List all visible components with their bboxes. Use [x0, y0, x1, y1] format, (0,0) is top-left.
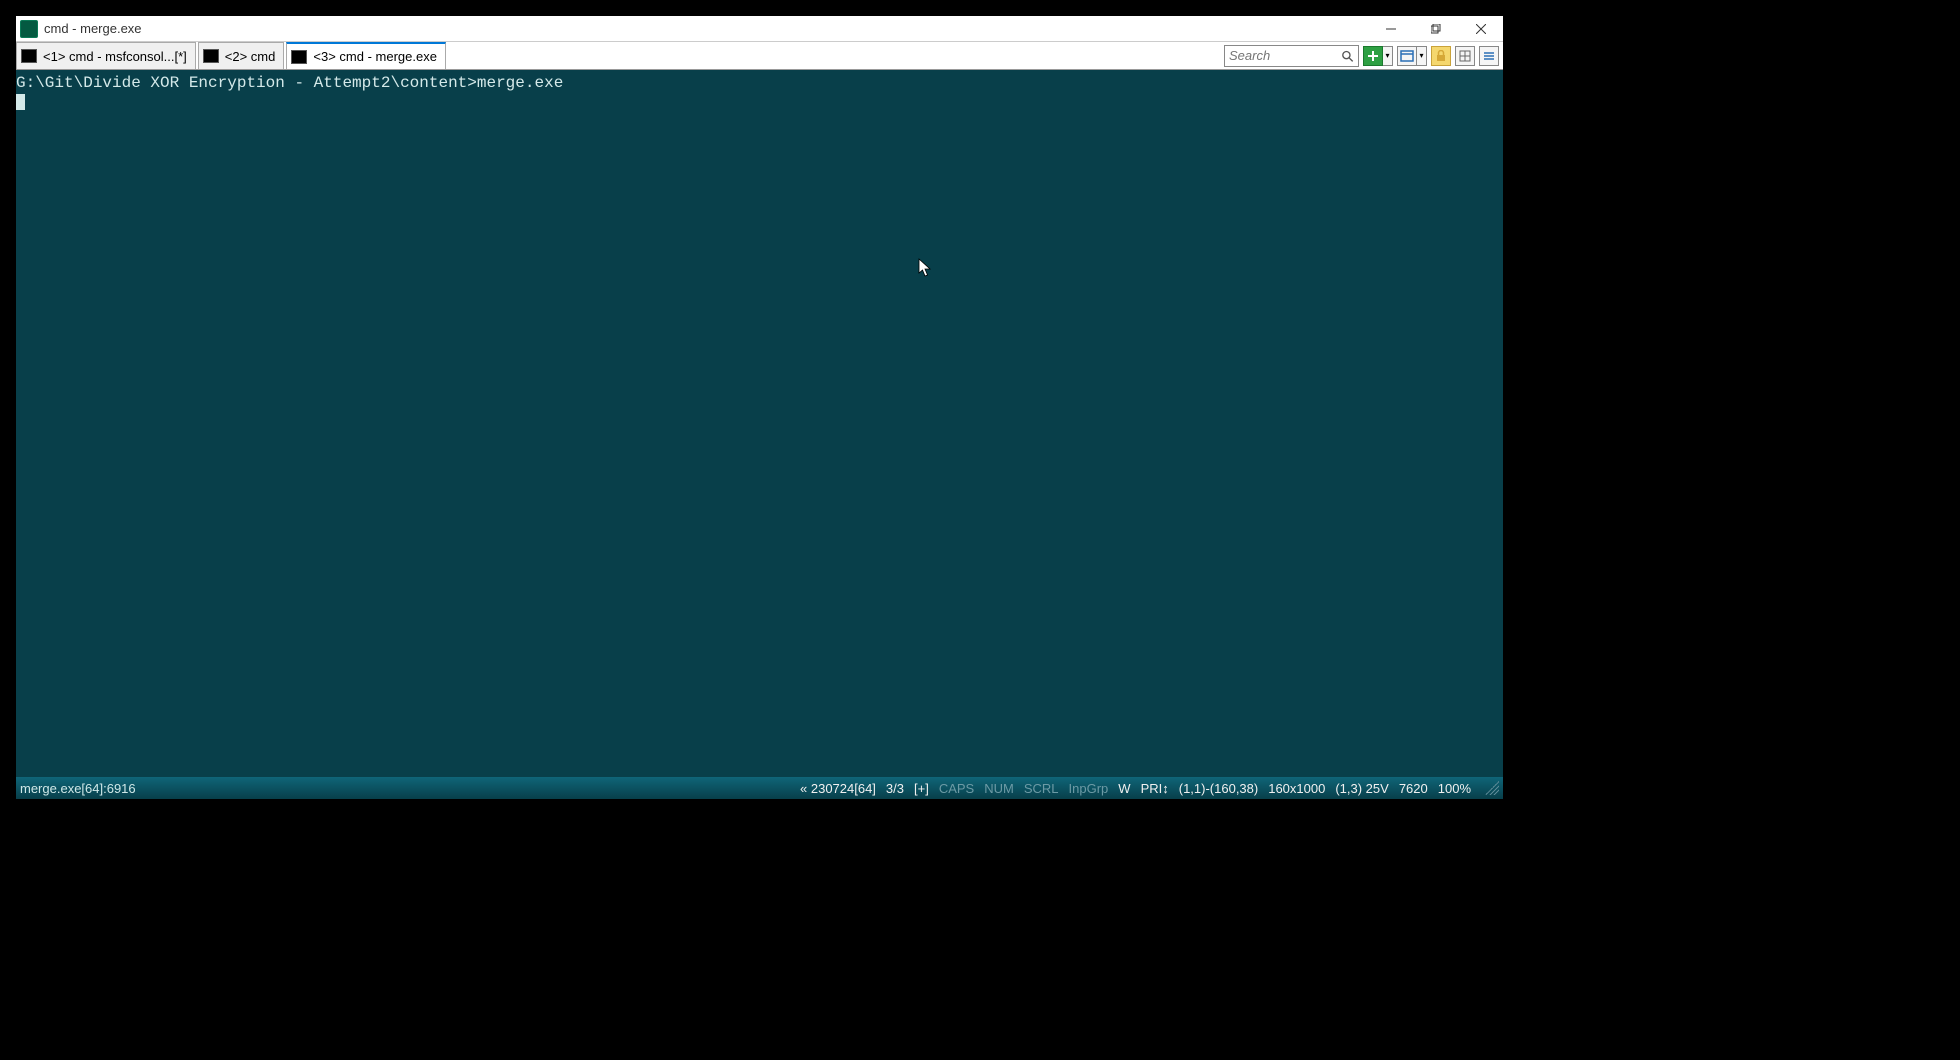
grid-icon: [1459, 50, 1471, 62]
status-pid: 7620: [1399, 781, 1428, 796]
tab-label: <1> cmd - msfconsol...[*]: [43, 49, 187, 64]
tab-label: <2> cmd: [225, 49, 276, 64]
search-icon: [1341, 49, 1354, 63]
status-zoom: 100%: [1438, 781, 1471, 796]
status-bar: merge.exe[64]:6916 « 230724[64] 3/3 [+] …: [16, 777, 1503, 799]
terminal-line: G:\Git\Divide XOR Encryption - Attempt2\…: [16, 74, 1503, 92]
tab-bar: <1> cmd - msfconsol...[*] <2> cmd <3> cm…: [16, 42, 1503, 70]
status-selection: (1,1)-(160,38): [1179, 781, 1258, 796]
status-pri: PRI↕: [1141, 781, 1169, 796]
terminal-cursor: [16, 94, 25, 110]
status-caps: CAPS: [939, 781, 974, 796]
lock-icon: [1436, 50, 1446, 62]
app-window: cmd - merge.exe <1> cmd - msfconsol...[*…: [16, 16, 1503, 799]
status-dimensions: 160x1000: [1268, 781, 1325, 796]
maximize-button[interactable]: [1413, 16, 1458, 41]
window-title: cmd - merge.exe: [44, 21, 142, 36]
window-controls: [1368, 16, 1503, 41]
console-icon: [291, 50, 307, 64]
layout-button[interactable]: [1455, 46, 1475, 66]
tab-3[interactable]: <3> cmd - merge.exe: [286, 42, 446, 69]
close-button[interactable]: [1458, 16, 1503, 41]
console-icon: [21, 49, 37, 63]
tab-1[interactable]: <1> cmd - msfconsol...[*]: [16, 42, 196, 69]
status-plus[interactable]: [+]: [914, 781, 929, 796]
tab-2[interactable]: <2> cmd: [198, 42, 285, 69]
console-icon: [203, 49, 219, 63]
window-titlebar[interactable]: cmd - merge.exe: [16, 16, 1503, 42]
mouse-cursor-icon: [918, 258, 932, 278]
tab-label: <3> cmd - merge.exe: [313, 49, 437, 64]
window-icon: [1400, 50, 1414, 62]
menu-button[interactable]: [1479, 46, 1499, 66]
status-inpgrp: InpGrp: [1069, 781, 1109, 796]
resize-grip[interactable]: [1485, 781, 1499, 795]
terminal-area[interactable]: G:\Git\Divide XOR Encryption - Attempt2\…: [16, 70, 1503, 777]
status-scrl: SCRL: [1024, 781, 1059, 796]
status-cursor-pos: (1,3) 25V: [1335, 781, 1388, 796]
lock-button[interactable]: [1431, 46, 1451, 66]
minimize-button[interactable]: [1368, 16, 1413, 41]
status-process: merge.exe[64]:6916: [20, 781, 136, 796]
new-tab-dropdown[interactable]: ▾: [1383, 46, 1393, 66]
hamburger-icon: [1483, 50, 1495, 62]
search-input[interactable]: [1229, 48, 1341, 63]
new-tab-button[interactable]: [1363, 46, 1383, 66]
terminal-cursor-line: [16, 92, 1503, 110]
status-tab-count: 3/3: [886, 781, 904, 796]
window-split-button[interactable]: [1397, 46, 1417, 66]
status-num: NUM: [984, 781, 1014, 796]
app-icon: [20, 20, 38, 38]
plus-icon: [1367, 50, 1379, 62]
window-split-dropdown[interactable]: ▾: [1417, 46, 1427, 66]
status-mode-w: W: [1118, 781, 1130, 796]
search-box[interactable]: [1224, 45, 1359, 67]
status-history: « 230724[64]: [800, 781, 876, 796]
toolbar-right: ▾ ▾: [1224, 42, 1503, 69]
